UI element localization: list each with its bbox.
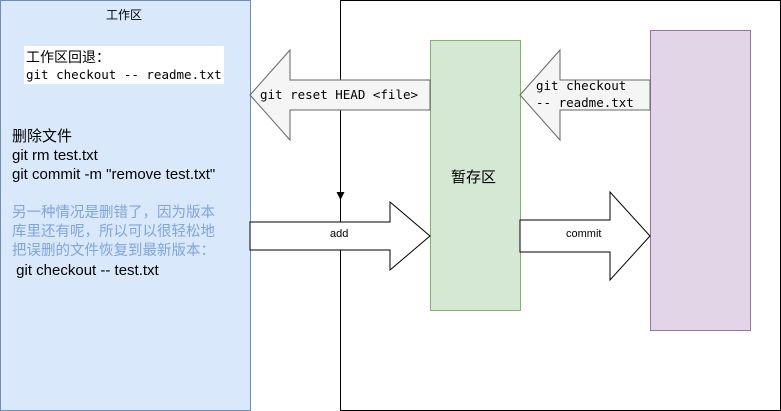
commit-label: commit — [566, 228, 602, 240]
restore-command: git checkout -- readme.txt — [26, 67, 222, 82]
note-line-2: 库里还有呢，所以可以很轻松地 — [12, 224, 215, 240]
note-line-1: 另一种情况是删错了，因为版本 — [12, 205, 215, 221]
repo-box — [650, 30, 751, 331]
workspace-title: 工作区 — [106, 8, 143, 22]
stage-label: 暂存区 — [451, 169, 497, 186]
recover-command: git checkout -- test.txt — [12, 262, 159, 279]
delete-command-1: git rm test.txt — [12, 147, 98, 164]
add-label: add — [330, 228, 349, 240]
checkout-label-1: git checkout — [536, 78, 627, 93]
note-line-3: 把误删的文件恢复到最新版本： — [12, 243, 215, 259]
checkout-label-2: -- readme.txt — [536, 95, 634, 110]
restore-block: 工作区回退： git checkout -- readme.txt — [24, 46, 224, 84]
reset-label: git reset HEAD <file> — [260, 87, 419, 102]
restore-heading: 工作区回退： — [26, 49, 110, 65]
delete-title: 删除文件 — [12, 128, 73, 145]
delete-command-2: git commit -m "remove test.txt" — [12, 166, 216, 183]
